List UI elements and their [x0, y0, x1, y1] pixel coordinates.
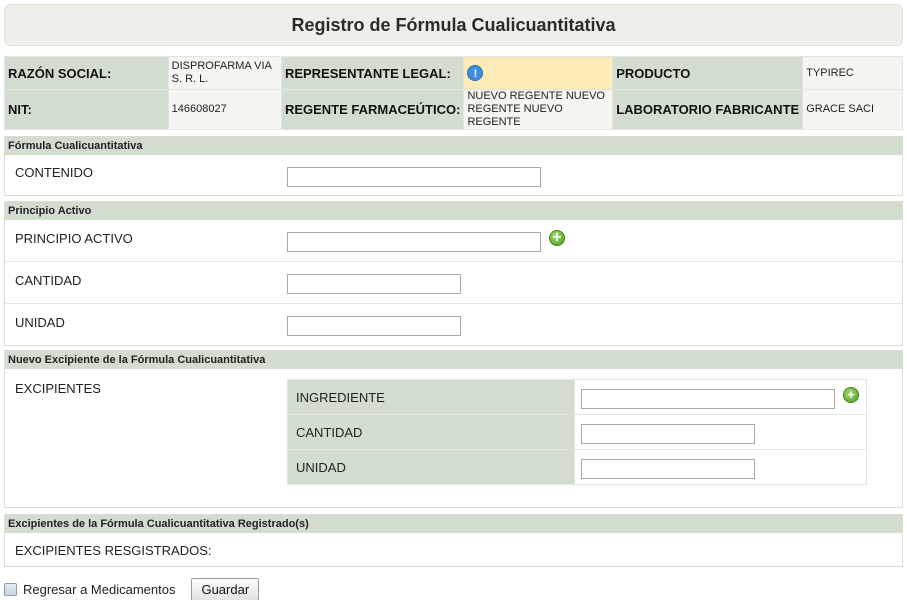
principio-activo-row: PRINCIPIO ACTIVO + [5, 220, 902, 262]
excipiente-unidad-row: UNIDAD [287, 449, 867, 485]
form-footer: Regresar a Medicamentos Guardar [4, 577, 260, 600]
excipiente-cantidad-label: CANTIDAD [287, 414, 575, 450]
add-ingrediente-icon[interactable]: + [843, 387, 859, 403]
registrados-section: Excipientes de la Fórmula Cualicuantitat… [4, 514, 903, 567]
info-row-1: RAZÓN SOCIAL: DISPROFARMA VIA S. R. L. R… [4, 56, 903, 90]
regente-label: REGENTE FARMACEÚTICO: [280, 89, 465, 130]
registrados-header: Excipientes de la Fórmula Cualicuantitat… [5, 515, 902, 533]
principio-cantidad-input[interactable] [287, 274, 461, 294]
contenido-input[interactable] [287, 167, 541, 187]
principio-unidad-row: UNIDAD [5, 304, 902, 346]
excipiente-cantidad-row: CANTIDAD [287, 414, 867, 450]
formula-section-header: Fórmula Cualicuantitativa [5, 137, 902, 155]
contenido-label: CONTENIDO [15, 165, 93, 180]
info-row-2: NIT: 146608027 REGENTE FARMACEÚTICO: NUE… [4, 89, 903, 130]
formula-section: Fórmula Cualicuantitativa CONTENIDO [4, 136, 903, 196]
ingrediente-cell: + [574, 379, 867, 415]
excipiente-unidad-label: UNIDAD [287, 449, 575, 485]
principio-section: Principio Activo PRINCIPIO ACTIVO + CANT… [4, 201, 903, 346]
principio-cantidad-row: CANTIDAD [5, 262, 902, 304]
ingrediente-input[interactable] [581, 389, 835, 409]
ingrediente-row: INGREDIENTE + [287, 379, 867, 415]
principio-section-header: Principio Activo [5, 202, 902, 220]
excipiente-cantidad-cell [574, 414, 867, 450]
page-title-bar: Registro de Fórmula Cualicuantitativa [4, 4, 903, 46]
principio-unidad-input[interactable] [287, 316, 461, 336]
nuevo-excipiente-section: Nuevo Excipiente de la Fórmula Cualicuan… [4, 350, 903, 508]
excipiente-form-table: INGREDIENTE + CANTIDAD UNIDAD [287, 379, 867, 485]
guardar-button[interactable]: Guardar [191, 577, 260, 600]
contenido-row: CONTENIDO [5, 155, 902, 195]
regresar-checkbox[interactable] [4, 582, 17, 596]
principio-activo-input[interactable] [287, 232, 541, 252]
page-title: Registro de Fórmula Cualicuantitativa [291, 14, 616, 35]
nit-value: 146608027 [167, 89, 282, 130]
regresar-label[interactable]: Regresar a Medicamentos [23, 582, 175, 597]
representante-value: ! [463, 56, 614, 90]
razon-social-label: RAZÓN SOCIAL: [4, 56, 169, 90]
representante-label: REPRESENTANTE LEGAL: [280, 56, 465, 90]
razon-social-value: DISPROFARMA VIA S. R. L. [167, 56, 282, 90]
registrados-label: EXCIPIENTES RESGISTRADOS: [15, 543, 212, 558]
principio-unidad-label: UNIDAD [15, 315, 65, 330]
excipiente-unidad-input[interactable] [581, 459, 755, 479]
excipientes-label: EXCIPIENTES [15, 381, 101, 396]
laboratorio-value: GRACE SACI [802, 89, 903, 130]
nuevo-excipiente-header: Nuevo Excipiente de la Fórmula Cualicuan… [5, 351, 902, 369]
principio-cantidad-label: CANTIDAD [15, 273, 82, 288]
principio-activo-label: PRINCIPIO ACTIVO [15, 231, 133, 246]
info-icon[interactable]: ! [467, 65, 484, 81]
producto-label: PRODUCTO [612, 56, 804, 90]
excipiente-unidad-cell [574, 449, 867, 485]
regente-value: NUEVO REGENTE NUEVO REGENTE NUEVO REGENT… [463, 89, 614, 130]
producto-value: TYPIREC [802, 56, 903, 90]
nit-label: NIT: [4, 89, 169, 130]
company-info-table: RAZÓN SOCIAL: DISPROFARMA VIA S. R. L. R… [4, 56, 903, 130]
excipiente-cantidad-input[interactable] [581, 424, 755, 444]
ingrediente-label: INGREDIENTE [287, 379, 575, 415]
laboratorio-label: LABORATORIO FABRICANTE [612, 89, 804, 130]
add-principio-icon[interactable]: + [549, 230, 565, 246]
